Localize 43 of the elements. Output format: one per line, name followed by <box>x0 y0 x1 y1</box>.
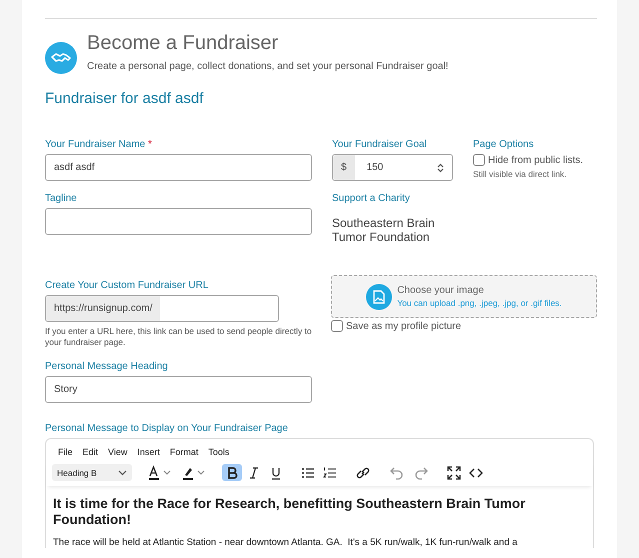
block-format-dropdown[interactable]: Heading B <box>52 464 132 481</box>
field-label: Personal Message to Display on Your Fundraiser Page <box>45 423 289 434</box>
underline-icon <box>269 466 283 480</box>
field-label: Page Options <box>473 139 535 150</box>
tagline-field[interactable] <box>45 208 312 235</box>
spinner-icon <box>437 162 444 172</box>
chevron-icon <box>118 470 127 476</box>
menu-item[interactable]: View <box>108 447 128 457</box>
bold-button[interactable] <box>222 464 242 481</box>
menu-item[interactable]: Tools <box>208 447 230 457</box>
page-subtitle: Create a personal page, collect donations, and set your personal Fundraiser goal! <box>87 61 448 72</box>
menu-item[interactable]: Edit <box>82 447 98 457</box>
menu-item[interactable]: Format <box>170 447 198 457</box>
url-field[interactable]: https://runsignup.com/ <box>45 295 279 322</box>
option-note: Still visible via direct link. <box>473 169 568 179</box>
bold-icon <box>225 466 239 480</box>
section-title: Fundraiser for asdf asdf <box>45 90 204 107</box>
page-title: Become a Fundraiser <box>87 32 280 55</box>
field-label: Create Your Custom Fundraiser URL <box>45 280 210 291</box>
field-label: Support a Charity <box>332 193 411 204</box>
field-label: Tagline <box>45 193 78 204</box>
heading-field[interactable]: Story <box>45 376 312 403</box>
help-text: If you enter a URL here, this link can be used to send people directly to your fundraiser page. <box>45 326 312 347</box>
checkbox-label: Hide from public lists. <box>488 154 584 166</box>
charity-name: Southeastern Brain Tumor Foundation <box>332 216 436 244</box>
menu-item[interactable]: Insert <box>137 447 160 457</box>
content-heading: It is time for the Race for Research, benefitting Southeastern Brain Tumor Foundation! <box>53 496 526 528</box>
upload-hint: You can upload .png, .jpeg, .jpg, or .gif files. <box>397 298 562 308</box>
checkbox-label: Save as my profile picture <box>346 320 462 332</box>
name-field[interactable]: asdf asdf <box>45 154 312 181</box>
content-paragraph: The race will be held at Atlantic Station - near downtown Atlanta. GA. It's a 5K run/walk, 1K fun-run/walk and a <box>53 537 518 548</box>
checkbox[interactable] <box>473 154 485 166</box>
checkbox[interactable] <box>331 320 343 332</box>
goal-field[interactable]: $ 150 <box>332 154 453 181</box>
required-mark: * <box>148 139 152 150</box>
upload-title: Choose your image <box>397 285 485 296</box>
image-icon <box>366 284 392 310</box>
field-label: Your Fundraiser Name <box>45 139 146 150</box>
image-upload[interactable]: Choose your image You can upload .png, .jpeg, .jpg, or .gif files. <box>331 275 597 318</box>
menu-item[interactable]: File <box>58 447 73 457</box>
field-label: Personal Message Heading <box>45 361 169 372</box>
field-label: Your Fundraiser Goal <box>332 139 428 150</box>
italic-icon <box>247 466 261 480</box>
